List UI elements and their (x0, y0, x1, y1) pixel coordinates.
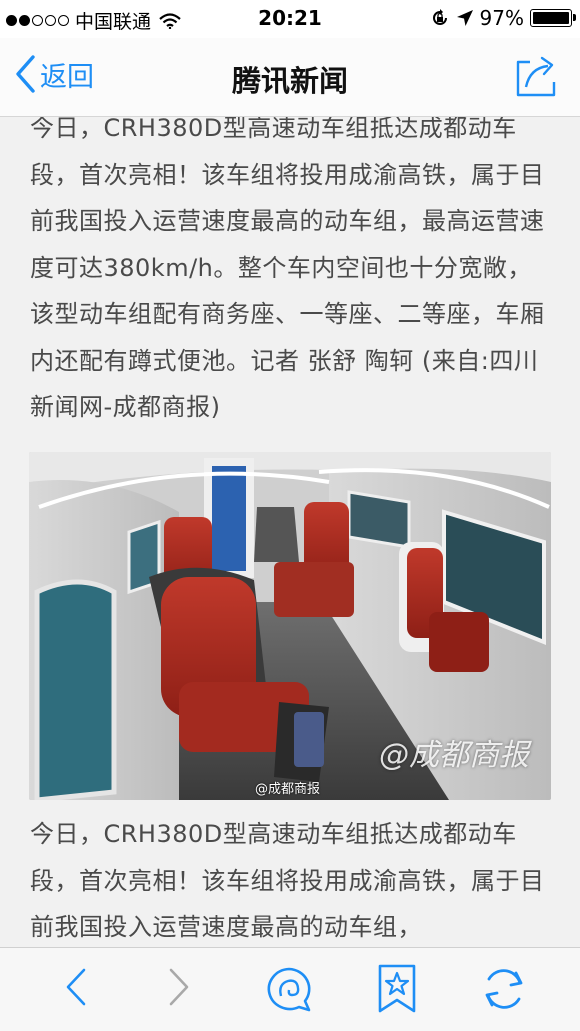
battery-icon (530, 9, 576, 27)
chevron-left-icon (66, 968, 86, 1006)
photo-watermark-large: @成都商报 (379, 738, 529, 773)
comment-button[interactable] (264, 966, 314, 1018)
rotation-lock-icon (432, 9, 447, 25)
battery-percent: 97% (479, 6, 524, 30)
article-content[interactable]: 今日，CRH380D型高速动车组抵达成都动车段，首次亮相！该车组将投用成渝高铁，… (0, 117, 580, 947)
share-button[interactable] (514, 54, 562, 102)
photo-watermark-small: @成都商报 (255, 782, 321, 797)
bottom-toolbar (0, 947, 580, 1031)
refresh-icon (485, 969, 523, 1009)
browser-forward-button[interactable] (165, 964, 195, 1014)
browser-back-button[interactable] (60, 964, 90, 1014)
chevron-right-icon (169, 968, 189, 1006)
status-right: 97% (430, 6, 576, 30)
share-icon (516, 56, 556, 97)
comment-icon (267, 967, 311, 1012)
favorite-button[interactable] (377, 964, 417, 1018)
navigation-bar: 返回 腾讯新闻 (0, 38, 580, 117)
article-photo[interactable]: @成都商报 @成都商报 (29, 452, 551, 800)
status-bar: 中国联通 20:21 97% (0, 0, 580, 38)
refresh-button[interactable] (480, 965, 528, 1017)
bookmark-star-icon (378, 964, 416, 1013)
page-title: 腾讯新闻 (231, 64, 348, 98)
location-arrow-icon (456, 10, 473, 26)
article-paragraph: 今日，CRH380D型高速动车组抵达成都动车段，首次亮相！该车组将投用成渝高铁，… (30, 117, 545, 421)
article-paragraph-repeat: 今日，CRH380D型高速动车组抵达成都动车段，首次亮相！该车组将投用成渝高铁，… (30, 820, 545, 941)
